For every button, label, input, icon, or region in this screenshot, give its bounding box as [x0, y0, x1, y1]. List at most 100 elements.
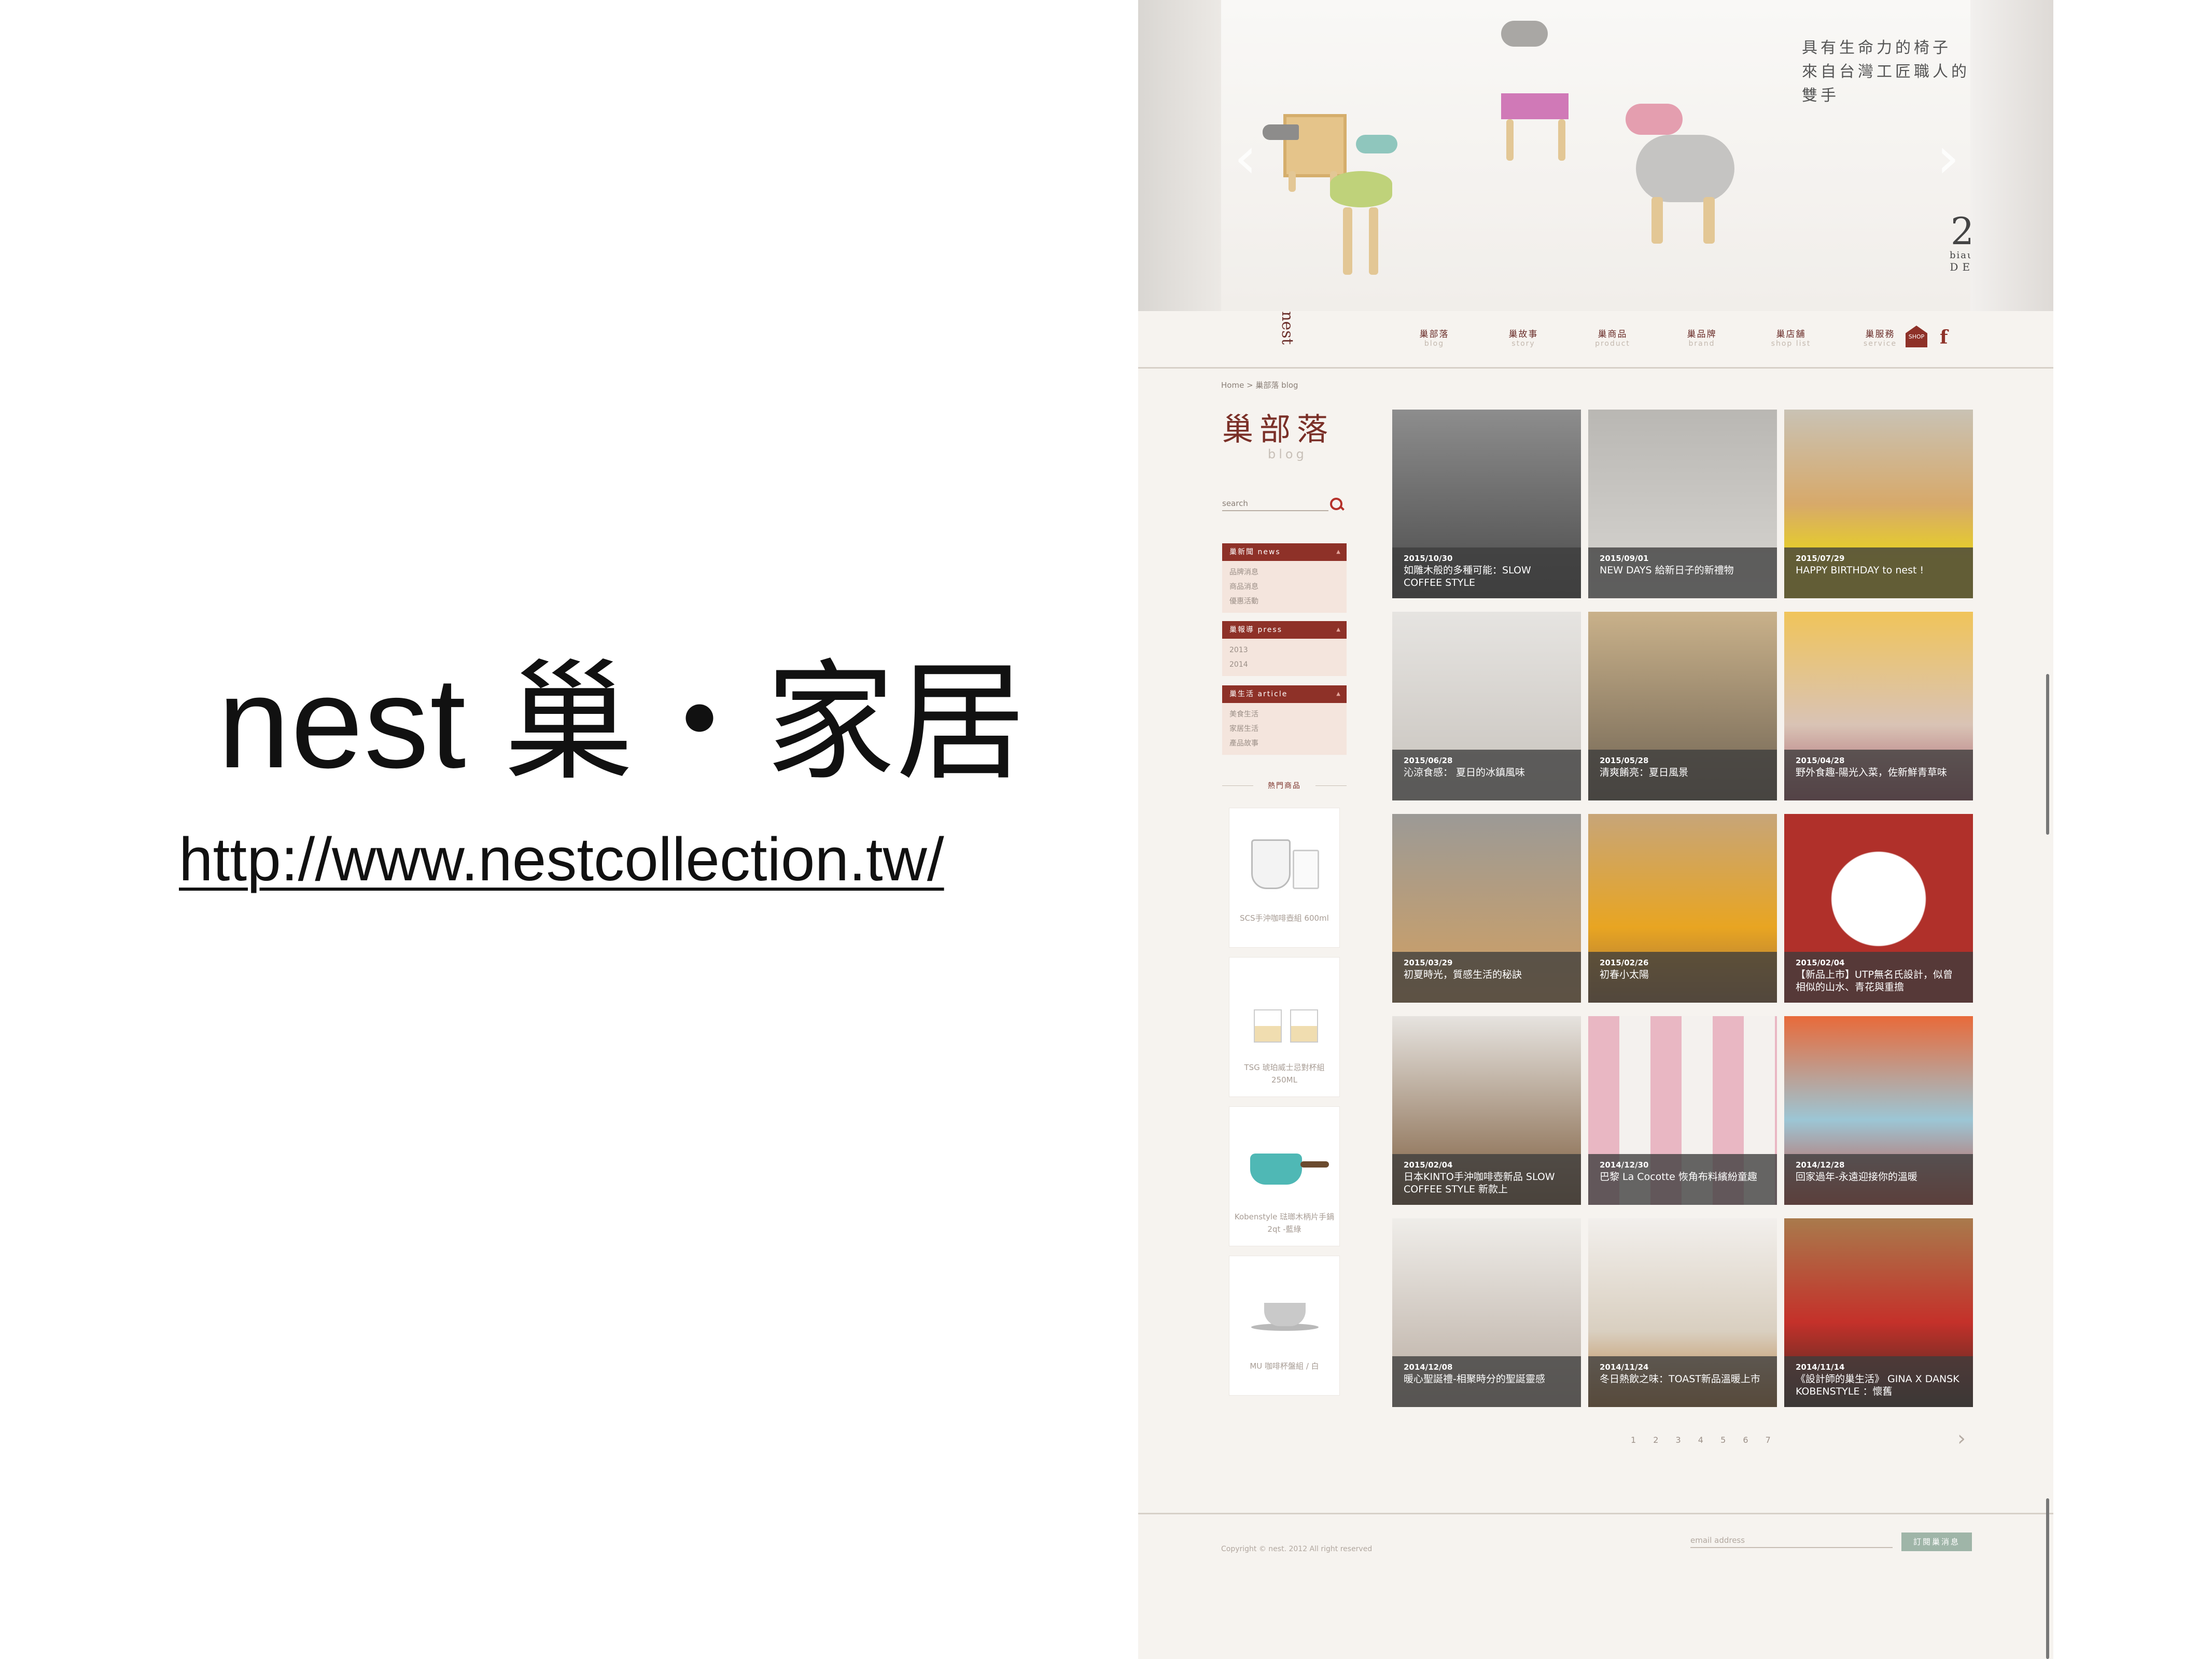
- category-item[interactable]: 家居生活: [1229, 722, 1339, 736]
- email-input[interactable]: email address: [1690, 1536, 1893, 1548]
- post-title: 冬日熱飲之味：TOAST新品溫暖上市: [1600, 1373, 1760, 1385]
- search-input[interactable]: search: [1222, 499, 1328, 511]
- blog-post-card[interactable]: 2015/03/29 初夏時光，質感生活的秘訣: [1392, 814, 1581, 1003]
- post-caption: 2015/06/28 沁涼食感： 夏日的冰鎮風味: [1392, 750, 1581, 800]
- nav-item-shop-list[interactable]: 巢店舖 shop list: [1746, 327, 1836, 348]
- post-date: 2015/10/30: [1404, 554, 1453, 563]
- category-item[interactable]: 2013: [1229, 643, 1339, 657]
- footer-divider: [1138, 1513, 2053, 1514]
- hero-prev-slide-preview: [1138, 0, 1221, 311]
- nav-item-story[interactable]: 巢故事 story: [1479, 327, 1568, 348]
- slide-url-link[interactable]: http://www.nestcollection.tw/: [179, 824, 944, 895]
- copyright-text: Copyright © nest. 2012 All right reserve…: [1221, 1545, 1373, 1553]
- tagline-line-1: 具有生命力的椅子: [1802, 39, 1951, 57]
- post-title: 日本KINTO手沖咖啡壺新品 SLOW COFFEE STYLE 新款上: [1404, 1171, 1555, 1195]
- hero-slide: 具有生命力的椅子 來自台灣工匠職人的雙手 28 biaugust DECO: [1221, 0, 1998, 311]
- pagination[interactable]: 1 2 3 4 5 6 7: [1631, 1435, 1778, 1445]
- blog-post-card[interactable]: 2015/05/28 清爽餚亮：夏日風景: [1588, 612, 1777, 800]
- post-title: NEW DAYS 給新日子的新禮物: [1600, 565, 1734, 576]
- blog-post-card[interactable]: 2015/02/04 日本KINTO手沖咖啡壺新品 SLOW COFFEE STY…: [1392, 1016, 1581, 1205]
- product-name: TSG 琥珀威士忌對杯組 250ML: [1244, 1063, 1325, 1085]
- product-card[interactable]: MU 咖啡杯盤組 / 白: [1229, 1256, 1340, 1396]
- scrollbar-thumb-secondary[interactable]: [2046, 1498, 2049, 1659]
- horse-stool-green: [1325, 135, 1403, 285]
- post-date: 2015/02/04: [1404, 1160, 1453, 1170]
- hero-prev-arrow-icon[interactable]: ‹: [1234, 124, 1257, 191]
- blog-post-card[interactable]: 2014/12/08 暖心聖誕禮-相聚時分的聖誕靈感: [1392, 1218, 1581, 1407]
- nav-sublabel: product: [1595, 340, 1630, 348]
- breadcrumb[interactable]: Home > 巢部落 blog: [1221, 379, 1298, 390]
- post-caption: 2015/03/29 初夏時光，質感生活的秘訣: [1392, 952, 1581, 1003]
- category-item[interactable]: 商品消息: [1229, 580, 1339, 594]
- nav-item-product[interactable]: 巢商品 product: [1568, 327, 1657, 348]
- slide-title: nest 巢・家居: [218, 650, 1027, 795]
- post-caption: 2014/12/08 暖心聖誕禮-相聚時分的聖誕靈感: [1392, 1356, 1581, 1407]
- category-item[interactable]: 優惠活動: [1229, 594, 1339, 609]
- nav-label: 巢商品: [1598, 329, 1628, 340]
- nav-sublabel: brand: [1688, 340, 1715, 348]
- nest-logo[interactable]: nest: [1278, 311, 1296, 345]
- post-date: 2015/03/29: [1404, 958, 1453, 967]
- scrollbar-thumb[interactable]: [2046, 674, 2049, 835]
- nav-label: 巢店舖: [1776, 329, 1806, 340]
- blog-post-card[interactable]: 2014/12/28 回家過年-永遠迎接你的溫暖: [1784, 1016, 1973, 1205]
- facebook-icon[interactable]: f: [1940, 327, 1948, 348]
- product-name: SCS手沖咖啡壺組 600ml: [1240, 913, 1329, 923]
- post-date: 2015/09/01: [1600, 554, 1649, 563]
- post-caption: 2015/05/28 清爽餚亮：夏日風景: [1588, 750, 1777, 800]
- product-card[interactable]: Kobenstyle 琺瑯木柄片手鍋 2qt -藍綠: [1229, 1106, 1340, 1246]
- post-caption: 2014/12/28 回家過年-永遠迎接你的溫暖: [1784, 1154, 1973, 1205]
- product-name: MU 咖啡杯盤組 / 白: [1250, 1361, 1319, 1371]
- post-caption: 2014/11/14 《設計師的巢生活》 GINA X DANSK KOBENST…: [1784, 1356, 1973, 1407]
- blog-post-card[interactable]: 2015/09/01 NEW DAYS 給新日子的新禮物: [1588, 410, 1777, 598]
- category-item[interactable]: 2014: [1229, 657, 1339, 672]
- page-title: 巢部落: [1222, 412, 1334, 448]
- blog-post-card[interactable]: 2015/02/26 初春小太陽: [1588, 814, 1777, 1003]
- blog-post-card[interactable]: 2015/07/29 HAPPY BIRTHDAY to nest !: [1784, 410, 1973, 598]
- product-image-enamel-pot: [1241, 1117, 1329, 1200]
- category-header-article[interactable]: 巢生活 article: [1222, 685, 1347, 703]
- post-title: 《設計師的巢生活》 GINA X DANSK KOBENSTYLE ：懷舊: [1796, 1373, 1959, 1397]
- tagline-line-2: 來自台灣工匠職人的雙手: [1802, 63, 1970, 105]
- blog-post-card[interactable]: 2014/11/14 《設計師的巢生活》 GINA X DANSK KOBENST…: [1784, 1218, 1973, 1407]
- post-title: HAPPY BIRTHDAY to nest !: [1796, 565, 1924, 576]
- product-card[interactable]: TSG 琥珀威士忌對杯組 250ML: [1229, 957, 1340, 1097]
- blog-post-card[interactable]: 2014/12/30 巴黎 La Cocotte 恢角布料繽紛童趣: [1588, 1016, 1777, 1205]
- horse-chair-pink: [1491, 21, 1579, 161]
- post-caption: 2015/04/28 野外食趣-陽光入菜，佐新鮮青草味: [1784, 750, 1973, 800]
- search-icon[interactable]: [1330, 498, 1342, 510]
- hero-tagline: 具有生命力的椅子 來自台灣工匠職人的雙手: [1802, 36, 1970, 108]
- nav-items: 巢部落 blog 巢故事 story 巢商品 product 巢品牌 brand 巢店舖…: [1390, 327, 1925, 348]
- category-news: 巢新聞 news 品牌消息 商品消息 優惠活動: [1222, 543, 1347, 613]
- post-date: 2014/11/14: [1796, 1362, 1845, 1372]
- category-item[interactable]: 美食生活: [1229, 707, 1339, 722]
- post-date: 2015/06/28: [1404, 756, 1453, 765]
- hero-next-arrow-icon[interactable]: ›: [1937, 124, 1959, 191]
- post-caption: 2015/09/01 NEW DAYS 給新日子的新禮物: [1588, 547, 1777, 598]
- page-subtitle: blog: [1268, 447, 1307, 461]
- hot-products-title: 熱門商品: [1222, 780, 1347, 791]
- nav-item-blog[interactable]: 巢部落 blog: [1390, 327, 1479, 348]
- category-item[interactable]: 產品故事: [1229, 736, 1339, 751]
- blog-post-card[interactable]: 2014/11/24 冬日熱飲之味：TOAST新品溫暖上市: [1588, 1218, 1777, 1407]
- blog-post-card[interactable]: 2015/04/28 野外食趣-陽光入菜，佐新鮮青草味: [1784, 612, 1973, 800]
- blog-post-card[interactable]: 2015/02/04 【新品上市】UTP無名氏設計，似曾相似的山水、青花與重擔: [1784, 814, 1973, 1003]
- post-date: 2015/04/28: [1796, 756, 1845, 765]
- blog-post-card[interactable]: 2015/06/28 沁涼食感： 夏日的冰鎮風味: [1392, 612, 1581, 800]
- product-image-whisky-glasses: [1241, 968, 1328, 1051]
- post-title: 【新品上市】UTP無名氏設計，似曾相似的山水、青花與重擔: [1796, 969, 1953, 993]
- post-title: 沁涼食感： 夏日的冰鎮風味: [1404, 767, 1525, 778]
- blog-post-card[interactable]: 2015/10/30 如雕木般的多種可能：SLOW COFFEE STYLE: [1392, 410, 1581, 598]
- nav-item-brand[interactable]: 巢品牌 brand: [1657, 327, 1746, 348]
- nav-label: 巢部落: [1419, 329, 1449, 340]
- product-card[interactable]: SCS手沖咖啡壺組 600ml: [1229, 808, 1340, 948]
- category-header-press[interactable]: 巢報導 press: [1222, 621, 1347, 639]
- subscribe-button[interactable]: 訂閱巢消息: [1901, 1533, 1972, 1551]
- nav-label: 巢故事: [1508, 329, 1538, 340]
- post-title: 回家過年-永遠迎接你的溫暖: [1796, 1171, 1917, 1183]
- post-title: 野外食趣-陽光入菜，佐新鮮青草味: [1796, 767, 1947, 778]
- hero-next-slide-preview: [1970, 0, 2053, 311]
- next-page-arrow-icon[interactable]: ›: [1957, 1427, 1966, 1451]
- category-header-news[interactable]: 巢新聞 news: [1222, 543, 1347, 561]
- category-item[interactable]: 品牌消息: [1229, 565, 1339, 580]
